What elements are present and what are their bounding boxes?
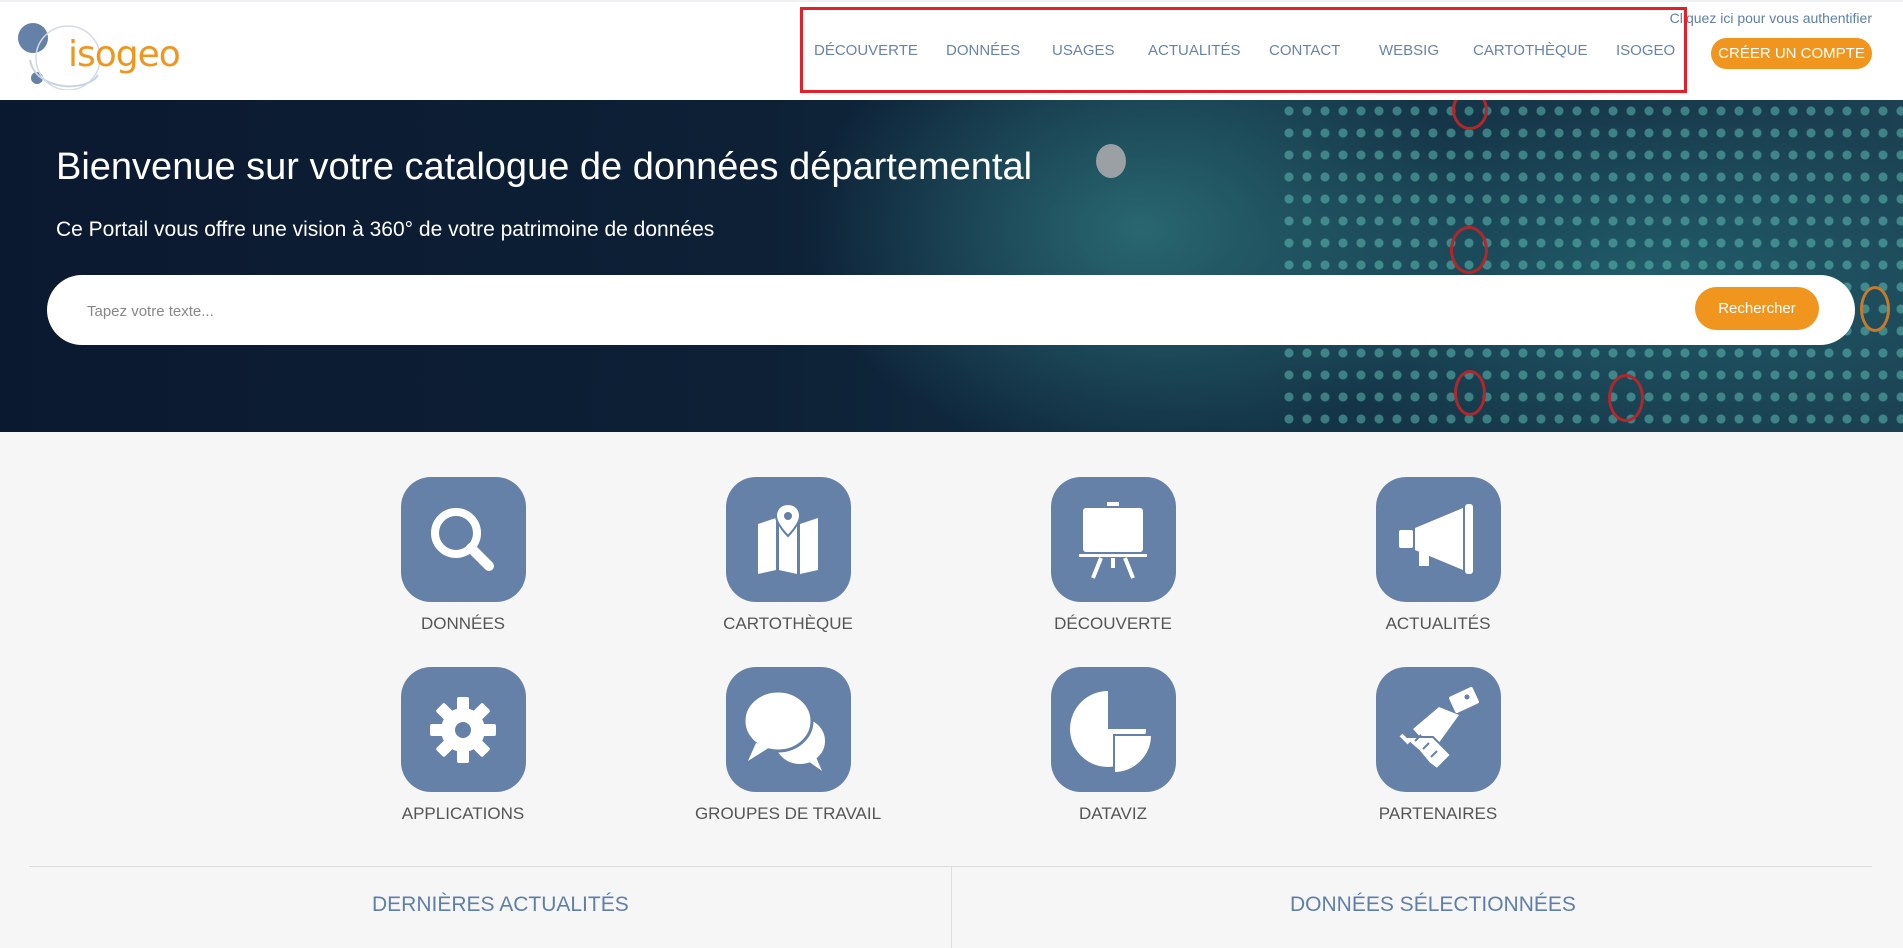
tile-icon-bg (400, 477, 526, 602)
tile-icon-bg (1375, 667, 1501, 792)
nav-actualites[interactable]: ACTUALITÉS (1148, 42, 1241, 59)
tile-label: CARTOTHÈQUE (723, 614, 853, 633)
handshake-icon (1399, 686, 1479, 770)
tile-label: ACTUALITÉS (1385, 614, 1491, 633)
easel-icon (1079, 501, 1147, 579)
tile-actualites[interactable]: ACTUALITÉS (1338, 477, 1538, 647)
search-button[interactable]: Rechercher (1695, 287, 1819, 330)
tile-cartotheque[interactable]: CARTOTHÈQUE (688, 477, 888, 647)
tile-label: APPLICATIONS (401, 804, 525, 823)
nav-websig[interactable]: WEBSIG (1379, 42, 1439, 59)
tile-label: DÉCOUVERTE (1054, 614, 1172, 633)
hero-subtitle: Ce Portail vous offre une vision à 360° … (56, 218, 715, 241)
tile-applications[interactable]: APPLICATIONS (363, 667, 563, 837)
hero-decor-ring (1454, 370, 1486, 416)
hero-decor-ring (1450, 226, 1488, 274)
login-link[interactable]: Cliquez ici pour vous authentifier (1670, 10, 1872, 26)
logo-text: isogeo (68, 34, 181, 75)
megaphone-icon (1399, 503, 1473, 574)
nav-donnees[interactable]: DONNÉES (946, 42, 1020, 59)
main-nav: DÉCOUVERTE DONNÉES USAGES ACTUALITÉS CON… (800, 42, 1687, 66)
tile-donnees[interactable]: DONNÉES (363, 477, 563, 647)
tile-icon-bg (400, 667, 526, 792)
hero-title: Bienvenue sur votre catalogue de données… (56, 146, 1033, 188)
chat-bubbles-icon (742, 689, 827, 771)
tile-icon-bg (1375, 477, 1501, 602)
tile-label: PARTENAIRES (1378, 804, 1498, 823)
pie-chart-icon (1070, 690, 1154, 774)
hero-decor-ring (1608, 374, 1644, 422)
search-bar: Rechercher (47, 275, 1855, 345)
tile-dataviz[interactable]: DATAVIZ (1013, 667, 1213, 837)
tile-label: DONNÉES (420, 614, 506, 633)
hero-background-dots (1280, 100, 1903, 432)
nav-usages[interactable]: USAGES (1052, 42, 1115, 59)
nav-contact[interactable]: CONTACT (1269, 42, 1340, 59)
hero-decor-ring (1860, 286, 1890, 332)
tile-icon-bg (725, 667, 851, 792)
magnifier-icon (431, 507, 494, 571)
nav-decouverte[interactable]: DÉCOUVERTE (814, 42, 918, 59)
tile-icon-bg (1050, 477, 1176, 602)
hero-banner: Bienvenue sur votre catalogue de données… (0, 100, 1903, 432)
latest-news-title: DERNIÈRES ACTUALITÉS (372, 893, 629, 916)
search-input[interactable] (85, 295, 1489, 327)
column-divider (951, 866, 952, 948)
tile-icon-bg (1050, 667, 1176, 792)
create-account-button[interactable]: CRÉER UN COMPTE (1711, 38, 1872, 69)
map-icon (758, 502, 818, 574)
nav-isogeo[interactable]: ISOGEO (1616, 42, 1675, 59)
selected-data-title: DONNÉES SÉLECTIONNÉES (1290, 893, 1576, 916)
tile-groupes-de-travail[interactable]: GROUPES DE TRAVAIL (688, 667, 888, 837)
isogeo-logo[interactable]: isogeo (18, 20, 181, 90)
hero-decor-dot (1096, 144, 1126, 178)
tile-icon-bg (725, 477, 851, 602)
site-header: isogeo Cliquez ici pour vous authentifie… (0, 0, 1903, 100)
gear-icon (430, 696, 496, 763)
tile-label: DATAVIZ (1079, 804, 1147, 823)
tile-decouverte[interactable]: DÉCOUVERTE (1013, 477, 1213, 647)
tile-partenaires[interactable]: PARTENAIRES (1338, 667, 1538, 837)
nav-cartotheque[interactable]: CARTOTHÈQUE (1473, 42, 1587, 59)
tile-label: GROUPES DE TRAVAIL (694, 804, 882, 823)
